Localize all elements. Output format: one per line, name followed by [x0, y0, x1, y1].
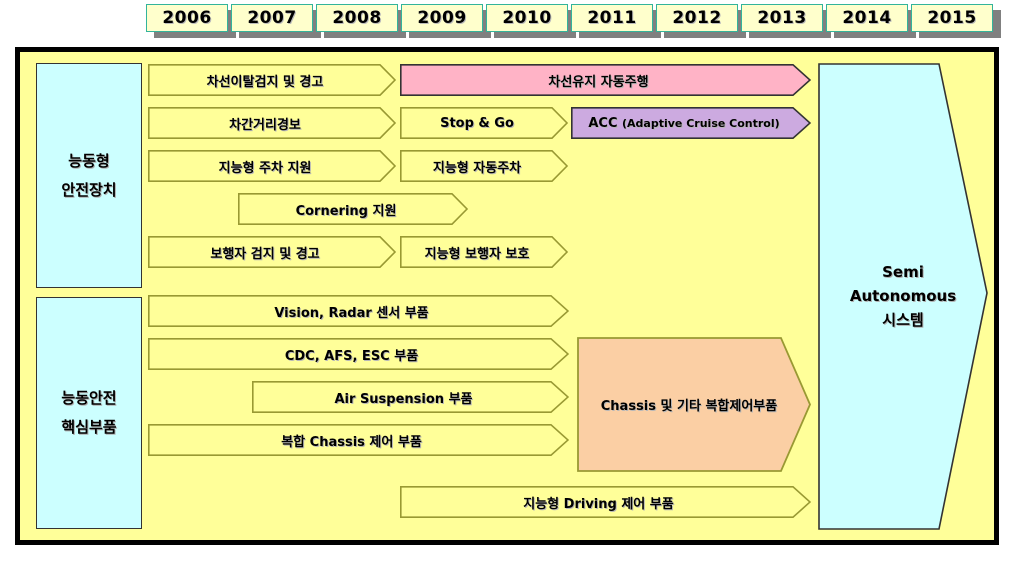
year-label-2012[interactable]: 2012	[656, 4, 738, 32]
roadmap-diagram: 2006 2007 2008 2009 2010 2011 2012 2013 …	[0, 0, 1014, 561]
arrow-label: 지능형 보행자 보호	[424, 246, 530, 262]
category-line-1: 능동안전	[61, 389, 117, 407]
arrow-chassis-and-other-integrated-control-parts[interactable]: Chassis 및 기타 복합제어부품	[577, 337, 811, 472]
outcome-line-2: Autonomous	[849, 287, 957, 305]
timeline-year-strip: 2006 2007 2008 2009 2010 2011 2012 2013 …	[0, 0, 1014, 44]
arrow-integrated-chassis-control-parts[interactable]: 복합 Chassis 제어 부품	[148, 424, 569, 456]
category-line-2: 안전장치	[61, 180, 117, 199]
arrow-label: 차간거리경보	[229, 117, 301, 133]
arrow-label: CDC, AFS, ESC 부품	[284, 348, 419, 364]
arrow-vision-radar-sensor-parts[interactable]: Vision, Radar 센서 부품	[148, 295, 569, 327]
acc-expansion: (Adaptive Cruise Control)	[622, 116, 780, 130]
year-label-2013[interactable]: 2013	[741, 4, 823, 32]
arrow-label: ACC (Adaptive Cruise Control)	[588, 116, 793, 131]
category-line-1: 능동형	[68, 151, 110, 170]
year-label-2008[interactable]: 2008	[316, 4, 398, 32]
arrow-lane-departure-warning[interactable]: 차선이탈검지 및 경고	[148, 64, 396, 96]
arrow-pedestrian-detection-warning[interactable]: 보행자 검지 및 경고	[148, 236, 396, 268]
arrow-stop-and-go[interactable]: Stop & Go	[400, 107, 568, 139]
arrow-lane-keeping-autonomous-driving[interactable]: 차선유지 자동주행	[400, 64, 811, 96]
arrow-label: Chassis 및 기타 복합제어부품	[600, 399, 778, 414]
category-line-2: 핵심부품	[61, 418, 117, 436]
arrow-label: 지능형 Driving 제어 부품	[523, 496, 674, 512]
roadmap-frame: 능동형 안전장치 능동안전 핵심부품 차선이탈검지 및 경고 차선유지 자동주행	[15, 47, 999, 545]
year-label-2007[interactable]: 2007	[231, 4, 313, 32]
outcome-semi-autonomous-system[interactable]: Semi Autonomous 시스템	[818, 63, 988, 530]
year-label-2015[interactable]: 2015	[911, 4, 993, 32]
arrow-label: Air Suspension 부품	[334, 391, 473, 407]
arrow-intelligent-parking-assist[interactable]: 지능형 주차 지원	[148, 150, 396, 182]
arrow-label: 차선이탈검지 및 경고	[206, 74, 324, 90]
arrow-adaptive-cruise-control[interactable]: ACC (Adaptive Cruise Control)	[571, 107, 811, 139]
arrow-label: Stop & Go	[440, 115, 514, 131]
arrow-label: Cornering 지원	[295, 203, 397, 219]
arrow-headway-distance-warning[interactable]: 차간거리경보	[148, 107, 396, 139]
arrow-intelligent-pedestrian-protection[interactable]: 지능형 보행자 보호	[400, 236, 568, 268]
acc-abbreviation: ACC	[588, 115, 623, 131]
year-label-2010[interactable]: 2010	[486, 4, 568, 32]
arrow-cornering-assist[interactable]: Cornering 지원	[238, 193, 468, 225]
arrow-label: 지능형 자동주차	[432, 160, 522, 176]
arrow-air-suspension-parts[interactable]: Air Suspension 부품	[252, 381, 569, 413]
outcome-label: Semi Autonomous 시스템	[850, 256, 956, 337]
arrow-label: 지능형 주차 지원	[218, 160, 312, 176]
year-label-2011[interactable]: 2011	[571, 4, 653, 32]
arrow-intelligent-auto-parking[interactable]: 지능형 자동주차	[400, 150, 568, 182]
year-label-2009[interactable]: 2009	[401, 4, 483, 32]
year-label-2014[interactable]: 2014	[826, 4, 908, 32]
category-box-active-safety-core-parts[interactable]: 능동안전 핵심부품	[36, 297, 142, 529]
year-label-2006[interactable]: 2006	[146, 4, 228, 32]
outcome-line-3: 시스템	[882, 311, 924, 329]
arrow-label: 복합 Chassis 제어 부품	[281, 434, 422, 450]
category-box-active-safety-device[interactable]: 능동형 안전장치	[36, 63, 142, 288]
arrow-label: 보행자 검지 및 경고	[210, 246, 320, 262]
outcome-line-1: Semi	[882, 263, 924, 281]
arrow-intelligent-driving-control-parts[interactable]: 지능형 Driving 제어 부품	[400, 486, 811, 518]
arrow-label: 차선유지 자동주행	[548, 74, 649, 90]
arrow-label: Vision, Radar 센서 부품	[274, 305, 429, 321]
arrow-cdc-afs-esc-parts[interactable]: CDC, AFS, ESC 부품	[148, 338, 569, 370]
